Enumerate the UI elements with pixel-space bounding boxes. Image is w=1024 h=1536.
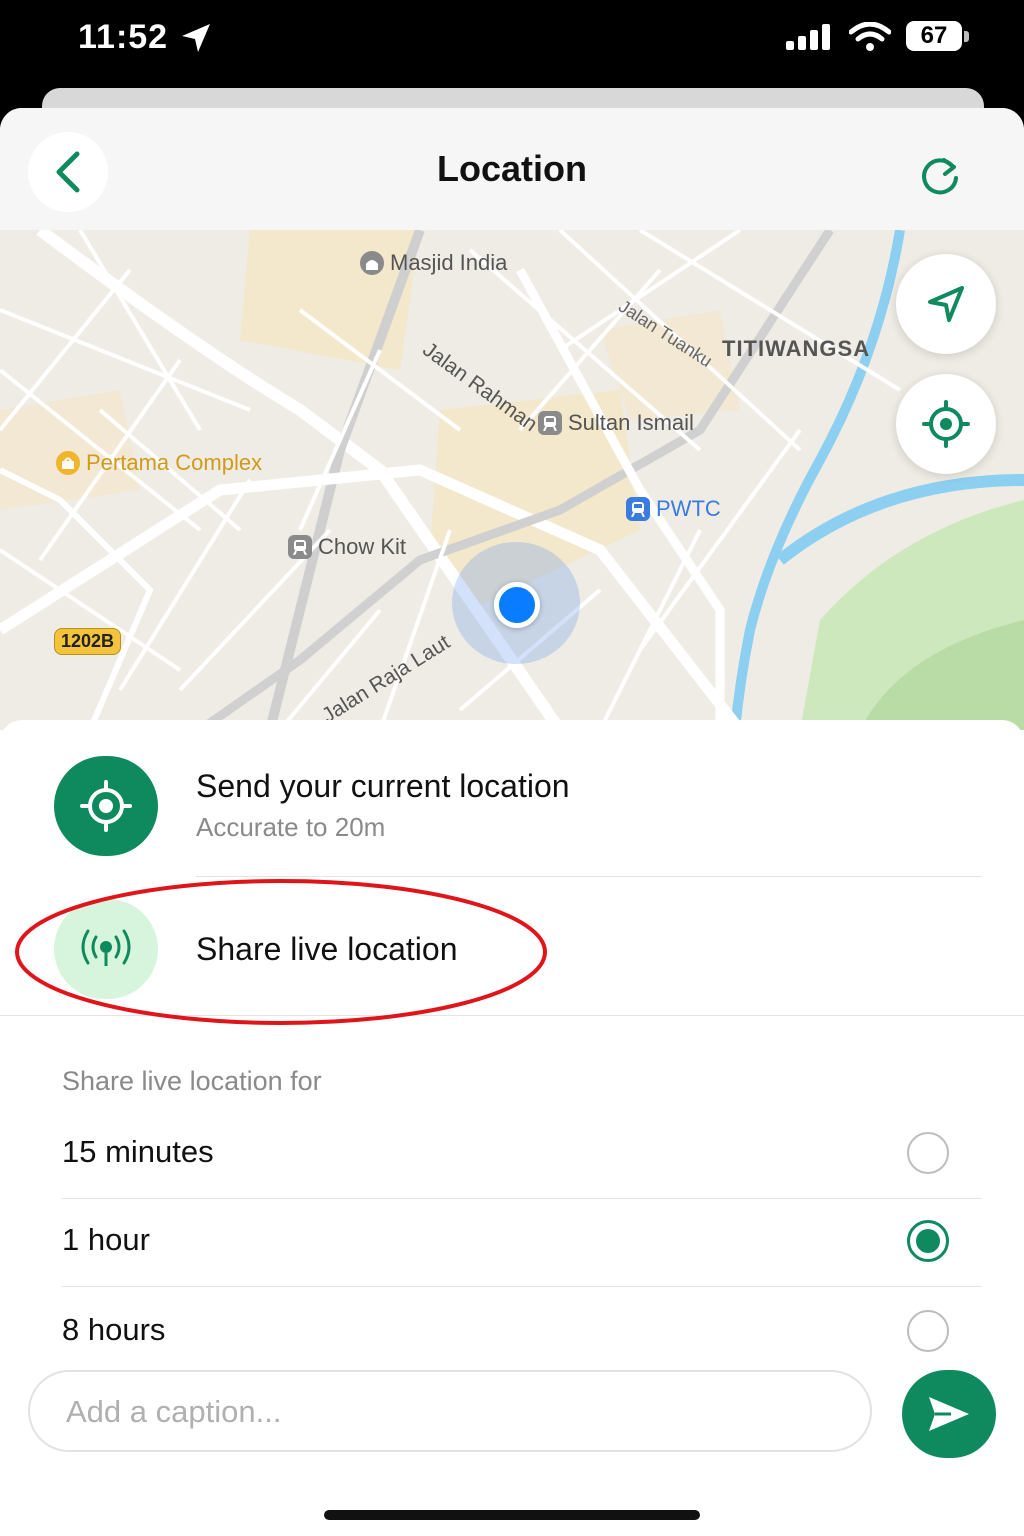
location-accuracy-text: Accurate to 20m <box>196 812 386 842</box>
poi-label: Chow Kit <box>318 534 407 559</box>
page-title: Location <box>437 148 587 189</box>
poi-label: Masjid India <box>390 250 508 275</box>
status-bar: 11:52 67 <box>0 0 1024 90</box>
poi-pwtc[interactable]: PWTC <box>626 496 721 522</box>
caption-input[interactable] <box>64 1372 848 1452</box>
poi-masjid-india[interactable]: Masjid India <box>360 250 507 276</box>
wifi-icon <box>849 22 891 51</box>
navigation-arrow-icon <box>928 286 964 322</box>
nav-bar: Location <box>0 108 1024 231</box>
poi-label: PWTC <box>656 496 721 521</box>
annotation-circle <box>15 879 547 1025</box>
location-arrow-icon <box>182 24 210 52</box>
poi-chow-kit[interactable]: Chow Kit <box>288 534 406 560</box>
duration-label: 8 hours <box>62 1312 166 1347</box>
recenter-button[interactable] <box>896 374 996 474</box>
shopping-icon <box>56 451 80 475</box>
duration-section-header: Share live location for <box>62 1066 322 1096</box>
poi-label: Sultan Ismail <box>568 410 694 435</box>
user-location-dot <box>494 582 540 628</box>
radio-button-1-hour-selected[interactable] <box>907 1220 949 1262</box>
send-button[interactable] <box>902 1370 996 1458</box>
send-current-location-option[interactable]: Send your current location Accurate to 2… <box>0 720 1024 876</box>
home-indicator <box>324 1510 700 1520</box>
mosque-icon <box>360 251 384 275</box>
route-badge-1202b: 1202B <box>54 628 122 655</box>
divider <box>62 1286 982 1287</box>
radio-button-8-hours[interactable] <box>907 1310 949 1352</box>
poi-label: Pertama Complex <box>86 450 263 475</box>
radio-button-15-minutes[interactable] <box>907 1132 949 1174</box>
current-location-icon <box>54 756 158 856</box>
duration-option-1-hour[interactable]: 1 hour <box>0 1198 1024 1286</box>
train-icon <box>288 535 312 559</box>
location-sheet: Location Masjid India Jalan Rahman Jalan… <box>0 108 1024 1536</box>
send-arrow-icon <box>929 1397 969 1431</box>
poi-pertama-complex[interactable]: Pertama Complex <box>56 450 262 476</box>
train-icon <box>626 497 650 521</box>
refresh-icon <box>922 158 958 195</box>
caption-field[interactable] <box>28 1370 872 1452</box>
duration-label: 15 minutes <box>62 1134 214 1169</box>
poi-sultan-ismail[interactable]: Sultan Ismail <box>538 410 694 436</box>
map-view[interactable]: Masjid India Jalan Rahman Jalan Tuanku T… <box>0 230 1024 730</box>
send-current-location-title: Send your current location <box>196 768 570 804</box>
district-label-titiwangsa: TITIWANGSA <box>722 336 871 361</box>
duration-option-8-hours[interactable]: 8 hours <box>0 1288 1024 1376</box>
status-time: 11:52 <box>78 18 169 56</box>
battery-tip <box>964 31 969 42</box>
duration-label: 1 hour <box>62 1222 150 1257</box>
train-icon <box>538 411 562 435</box>
duration-option-15-minutes[interactable]: 15 minutes <box>0 1110 1024 1198</box>
battery-indicator: 67 <box>906 21 962 51</box>
refresh-button[interactable] <box>908 144 972 208</box>
cellular-signal-icon <box>786 24 830 50</box>
location-options-panel: Send your current location Accurate to 2… <box>0 720 1024 1536</box>
crosshair-icon <box>922 400 970 448</box>
map-direction-button[interactable] <box>896 254 996 354</box>
